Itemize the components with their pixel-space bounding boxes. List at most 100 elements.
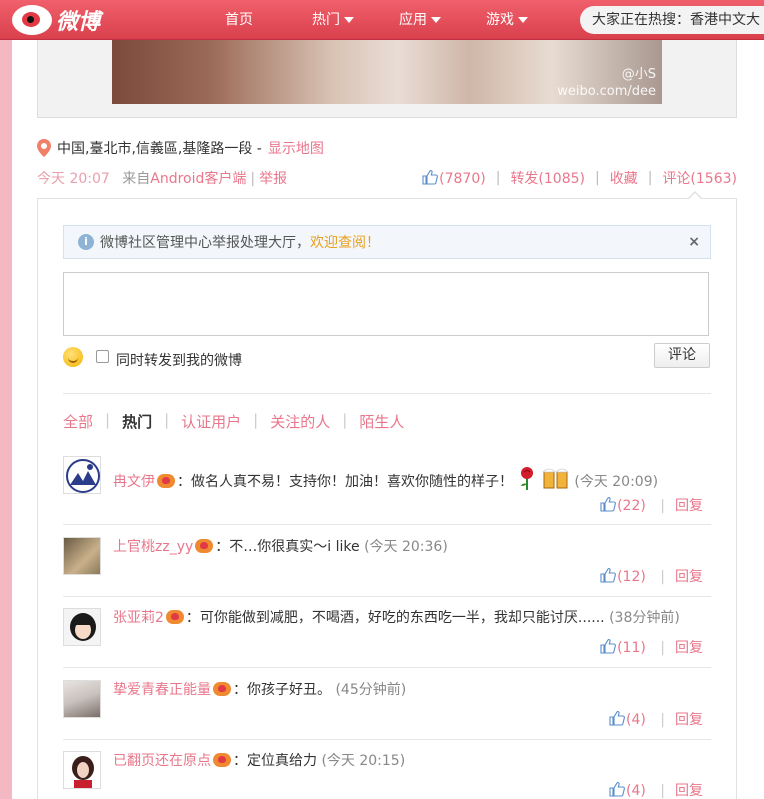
nav-games-label: 游戏 [486,12,514,28]
nav-games[interactable]: 游戏 [486,9,528,29]
comment-textarea[interactable] [63,272,709,336]
avatar[interactable] [63,751,101,789]
divider [63,393,711,394]
chevron-down-icon [518,17,528,23]
comment-like-count: (4) [625,712,646,728]
post-meta: 今天 20:07 来自Android客户端 | 举报 [37,168,287,188]
comment-item: 挚爱青春正能量 ：你孩子好丑。 (45分钟前) (4) | 回复 [63,680,711,738]
nav-hot[interactable]: 热门 [312,9,354,29]
actions-separator: | [595,170,600,186]
filter-all[interactable]: 全部 [63,411,93,432]
close-icon[interactable]: × [688,234,700,250]
vip-badge-icon [157,474,175,488]
comment-item: 冉文伊 ：做名人真不易！支持你！加油！喜欢你随性的样子！ (今天 20:09) (… [63,456,711,524]
nav-home[interactable]: 首页 [225,9,253,29]
comment-like-button[interactable]: (12) [600,568,650,585]
comment-time: (今天 20:15) [321,753,406,769]
avatar[interactable] [63,608,101,646]
post-photo[interactable]: @小S weibo.com/dee [112,40,662,104]
thumbs-up-icon [600,639,616,654]
report-link[interactable]: 举报 [259,171,287,187]
avatar[interactable] [63,456,101,494]
source-link[interactable]: Android客户端 [150,171,246,187]
footer-separator: | [660,640,665,656]
submit-comment-button[interactable]: 评论 [654,343,710,368]
filter-strangers[interactable]: 陌生人 [359,411,404,432]
comment-author[interactable]: 冉文伊 [113,474,155,490]
reply-button[interactable]: 回复 [675,569,703,585]
favorite-button[interactable]: 收藏 [610,168,638,188]
comment-body: ：不…你很真实～i like [215,539,360,555]
filter-separator: | [342,411,348,429]
comment-divider [63,739,711,740]
avatar-image [66,459,100,493]
panel-pointer-inner [689,193,701,199]
weibo-logo[interactable]: 微博 [12,4,112,36]
nav-apps[interactable]: 应用 [399,9,441,29]
comment-footer: (22) | 回复 [600,495,703,515]
reply-button[interactable]: 回复 [675,640,703,656]
comment-filter-tabs: 全部 | 热门 | 认证用户 | 关注的人 | 陌生人 [63,411,404,432]
comment-text: 挚爱青春正能量 ：你孩子好丑。 (45分钟前) [113,680,406,700]
repost-checkbox[interactable] [96,350,109,363]
comment-author[interactable]: 挚爱青春正能量 [113,682,211,698]
comment-item: 张亚莉2 ：可你能做到减肥，不喝酒，好吃的东西吃一半，我却只能讨厌...... (… [63,608,711,666]
nav-apps-label: 应用 [399,12,427,28]
reply-button[interactable]: 回复 [675,783,703,799]
avatar[interactable] [63,680,101,718]
page-background-strip [0,0,12,799]
reply-button[interactable]: 回复 [675,712,703,728]
comment-like-button[interactable]: (11) [600,639,650,656]
filter-separator: | [105,411,111,429]
avatar[interactable] [63,537,101,575]
vip-badge-icon [213,682,231,696]
comment-footer: (11) | 回复 [600,637,703,657]
search-input[interactable]: 大家正在热搜：香港中文大 [580,6,764,34]
comment-like-count: (22) [617,498,646,514]
reply-button[interactable]: 回复 [675,498,703,514]
comment-body: ：你孩子好丑。 [233,682,331,698]
repost-button[interactable]: 转发(1085) [510,168,585,188]
avatar-image [72,756,94,788]
comment-item: 上官桃zz_yy ：不…你很真实～i like (今天 20:36) (12) |… [63,537,711,595]
vip-badge-icon [213,753,231,767]
watermark-url: weibo.com/dee [557,84,656,99]
notice-link[interactable]: 欢迎查阅！ [310,232,380,252]
comment-divider [63,596,711,597]
like-button[interactable]: (7870) [422,169,486,187]
thumbs-up-icon [422,169,439,185]
filter-hot[interactable]: 热门 [122,411,152,432]
comment-like-button[interactable]: (4) [609,782,650,799]
thumbs-up-icon [600,568,616,583]
comment-time: (今天 20:36) [364,539,448,555]
footer-separator: | [660,569,665,585]
filter-following[interactable]: 关注的人 [270,411,330,432]
comment-time: (今天 20:09) [574,474,659,490]
comment-button[interactable]: 评论(1563) [662,168,737,188]
avatar-image [70,613,96,641]
actions-separator: | [495,170,501,186]
footer-separator: | [660,712,665,728]
comment-like-button[interactable]: (4) [609,711,650,728]
filter-separator: | [164,411,170,429]
emoji-icon[interactable] [63,347,83,367]
location-text: 中国,臺北市,信義區,基隆路一段 - [57,141,262,157]
chevron-down-icon [431,17,441,23]
footer-separator: | [660,783,665,799]
filter-separator: | [253,411,259,429]
notice-text: 微博社区管理中心举报处理大厅， [100,235,310,251]
comment-author[interactable]: 已翻页还在原点 [113,753,211,769]
repost-checkbox-label: 同时转发到我的微博 [116,353,242,369]
watermark-user: @小S [621,67,656,82]
actions-separator: | [647,170,653,186]
filter-verified[interactable]: 认证用户 [181,411,241,432]
comment-like-count: (11) [617,640,646,656]
thumbs-up-icon [609,711,625,726]
comment-author[interactable]: 上官桃zz_yy [113,539,193,555]
show-map-link[interactable]: 显示地图 [268,138,324,158]
comment-text: 上官桃zz_yy ：不…你很真实～i like (今天 20:36) [113,537,448,557]
comment-like-button[interactable]: (22) [600,497,650,514]
comment-author[interactable]: 张亚莉2 [113,610,164,626]
comment-like-count: (4) [625,783,646,799]
post-time[interactable]: 今天 20:07 [37,171,110,187]
